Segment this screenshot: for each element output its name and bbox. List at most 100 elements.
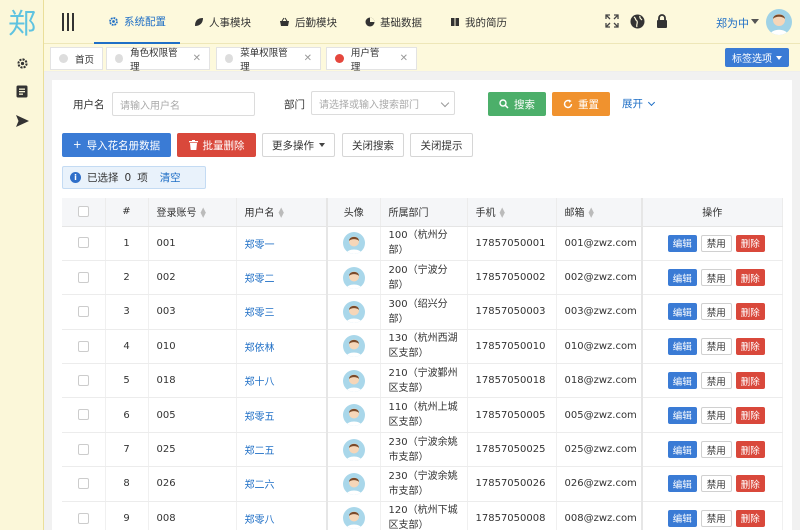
batch-delete-button[interactable]: 批量删除	[177, 133, 256, 157]
nav-item-system-config[interactable]: 系统配置	[94, 0, 180, 44]
tab-user-management[interactable]: 用户管理 ✕	[326, 47, 417, 73]
disable-button[interactable]: 禁用	[700, 509, 732, 527]
edit-button[interactable]: 编辑	[667, 372, 697, 390]
avatar[interactable]	[342, 404, 365, 427]
username-link[interactable]: 郑零八	[245, 515, 275, 526]
avatar[interactable]	[342, 232, 365, 255]
row-checkbox[interactable]	[77, 271, 89, 283]
header-username[interactable]: 用户名 ▲ ▼	[236, 198, 328, 227]
username-link[interactable]: 郑二五	[245, 446, 275, 457]
table-row[interactable]: 4 010 郑依林 130（杭州西湖区支部） 17857050010 010@zwz.co…	[62, 329, 783, 365]
header-email[interactable]: 邮箱 ▲ ▼	[556, 198, 643, 227]
clear-selection-link[interactable]: 清空	[160, 170, 181, 185]
close-icon[interactable]: ✕	[193, 53, 201, 64]
nav-item-logistics[interactable]: 后勤模块	[265, 0, 351, 44]
edit-button[interactable]: 编辑	[667, 475, 697, 493]
delete-button[interactable]: 删除	[735, 406, 765, 424]
select-all-checkbox[interactable]	[77, 206, 89, 217]
close-icon[interactable]: ✕	[304, 53, 312, 64]
table-row[interactable]: 1 001 郑零一 100（杭州分部） 17857050001 001@zwz.com 编辑…	[62, 226, 783, 261]
close-icon[interactable]: ✕	[400, 53, 408, 64]
reset-button[interactable]: 重置	[552, 92, 610, 116]
row-checkbox[interactable]	[77, 306, 89, 318]
edit-button[interactable]: 编辑	[667, 441, 697, 459]
fullscreen-icon[interactable]	[604, 13, 620, 29]
delete-button[interactable]: 删除	[735, 269, 765, 287]
avatar[interactable]	[342, 369, 365, 392]
edit-button[interactable]: 编辑	[667, 303, 697, 321]
delete-button[interactable]: 删除	[735, 372, 765, 390]
username-link[interactable]: 郑零五	[245, 412, 275, 423]
table-row[interactable]: 3 003 郑零三 300（绍兴分部） 17857050003 003@zwz.com 编辑…	[62, 294, 783, 330]
row-checkbox[interactable]	[77, 409, 89, 421]
user-name[interactable]: 郑为中	[716, 15, 749, 31]
table-row[interactable]: 5 018 郑十八 210（宁波鄞州区支部） 17857050018 018@zwz.co…	[62, 363, 783, 399]
tab-role-permissions[interactable]: 角色权限管理 ✕	[106, 47, 210, 73]
sort-icon[interactable]: ▲ ▼	[201, 207, 206, 219]
more-actions-dropdown[interactable]: 更多操作	[262, 133, 335, 157]
disable-button[interactable]: 禁用	[700, 441, 732, 459]
close-search-button[interactable]: 关闭搜索	[342, 133, 404, 157]
delete-button[interactable]: 删除	[735, 234, 765, 252]
username-link[interactable]: 郑依林	[245, 343, 275, 354]
nav-item-resume[interactable]: 我的简历	[436, 0, 521, 44]
username-link[interactable]: 郑零三	[245, 308, 275, 319]
avatar[interactable]	[342, 266, 365, 289]
username-link[interactable]: 郑零一	[245, 240, 275, 251]
table-row[interactable]: 7 025 郑二五 230（宁波余姚市支部） 17857050025 025@zwz.co…	[62, 432, 783, 468]
chevron-down-icon[interactable]	[751, 19, 759, 24]
edit-button[interactable]: 编辑	[667, 234, 697, 252]
nav-item-basic-data[interactable]: 基础数据	[351, 0, 436, 44]
send-icon[interactable]	[13, 112, 31, 130]
sort-icon[interactable]: ▲ ▼	[279, 207, 284, 219]
disable-button[interactable]: 禁用	[700, 372, 732, 390]
delete-button[interactable]: 删除	[735, 303, 765, 321]
delete-button[interactable]: 删除	[735, 441, 765, 459]
expand-link[interactable]: 展开	[622, 96, 656, 111]
tab-home[interactable]: 首页	[50, 47, 103, 70]
avatar[interactable]	[342, 507, 365, 530]
import-roster-button[interactable]: + 导入花名册数据	[62, 133, 171, 157]
globe-icon[interactable]	[629, 13, 645, 29]
avatar[interactable]	[342, 335, 365, 358]
document-icon[interactable]	[13, 82, 31, 100]
dept-select[interactable]: 请选择或输入搜索部门	[311, 91, 455, 115]
table-row[interactable]: 6 005 郑零五 110（杭州上城区支部） 17857050005 005@zwz.co…	[62, 397, 783, 433]
search-button[interactable]: 搜索	[488, 92, 546, 116]
delete-button[interactable]: 删除	[735, 475, 765, 493]
sort-icon[interactable]: ▲ ▼	[500, 207, 505, 219]
header-account[interactable]: 登录账号 ▲ ▼	[148, 198, 237, 227]
disable-button[interactable]: 禁用	[700, 337, 732, 355]
disable-button[interactable]: 禁用	[700, 303, 732, 321]
username-link[interactable]: 郑零二	[245, 274, 275, 285]
disable-button[interactable]: 禁用	[700, 269, 732, 287]
disable-button[interactable]: 禁用	[700, 406, 732, 424]
row-checkbox[interactable]	[77, 340, 89, 352]
sort-icon[interactable]: ▲ ▼	[589, 207, 594, 219]
settings-icon[interactable]	[13, 54, 31, 72]
tab-options-button[interactable]: 标签选项	[725, 48, 789, 67]
header-phone[interactable]: 手机 ▲ ▼	[467, 198, 557, 227]
edit-button[interactable]: 编辑	[667, 406, 697, 424]
row-checkbox[interactable]	[77, 478, 89, 490]
username-link[interactable]: 郑十八	[245, 377, 275, 388]
disable-button[interactable]: 禁用	[700, 234, 732, 252]
edit-button[interactable]: 编辑	[667, 509, 697, 527]
close-tips-button[interactable]: 关闭提示	[410, 133, 473, 157]
avatar[interactable]	[342, 438, 365, 461]
lock-icon[interactable]	[654, 13, 670, 29]
user-avatar[interactable]	[766, 9, 792, 35]
username-link[interactable]: 郑二六	[245, 480, 275, 491]
row-checkbox[interactable]	[77, 443, 89, 455]
table-row[interactable]: 8 026 郑二六 230（宁波余姚市支部） 17857050026 026@zwz.co…	[62, 466, 783, 502]
edit-button[interactable]: 编辑	[667, 269, 697, 287]
menu-toggle-icon[interactable]	[62, 13, 78, 31]
row-checkbox[interactable]	[77, 512, 89, 524]
table-row[interactable]: 2 002 郑零二 200（宁波分部） 17857050002 002@zwz.com 编辑…	[62, 260, 783, 296]
table-row[interactable]: 9 008 郑零八 120（杭州下城区支部） 17857050008 008@zwz.co…	[62, 501, 783, 530]
username-input[interactable]: 请输入用户名	[112, 92, 255, 116]
avatar[interactable]	[342, 472, 365, 495]
row-checkbox[interactable]	[77, 375, 89, 386]
delete-button[interactable]: 删除	[735, 509, 765, 527]
row-checkbox[interactable]	[77, 237, 89, 249]
